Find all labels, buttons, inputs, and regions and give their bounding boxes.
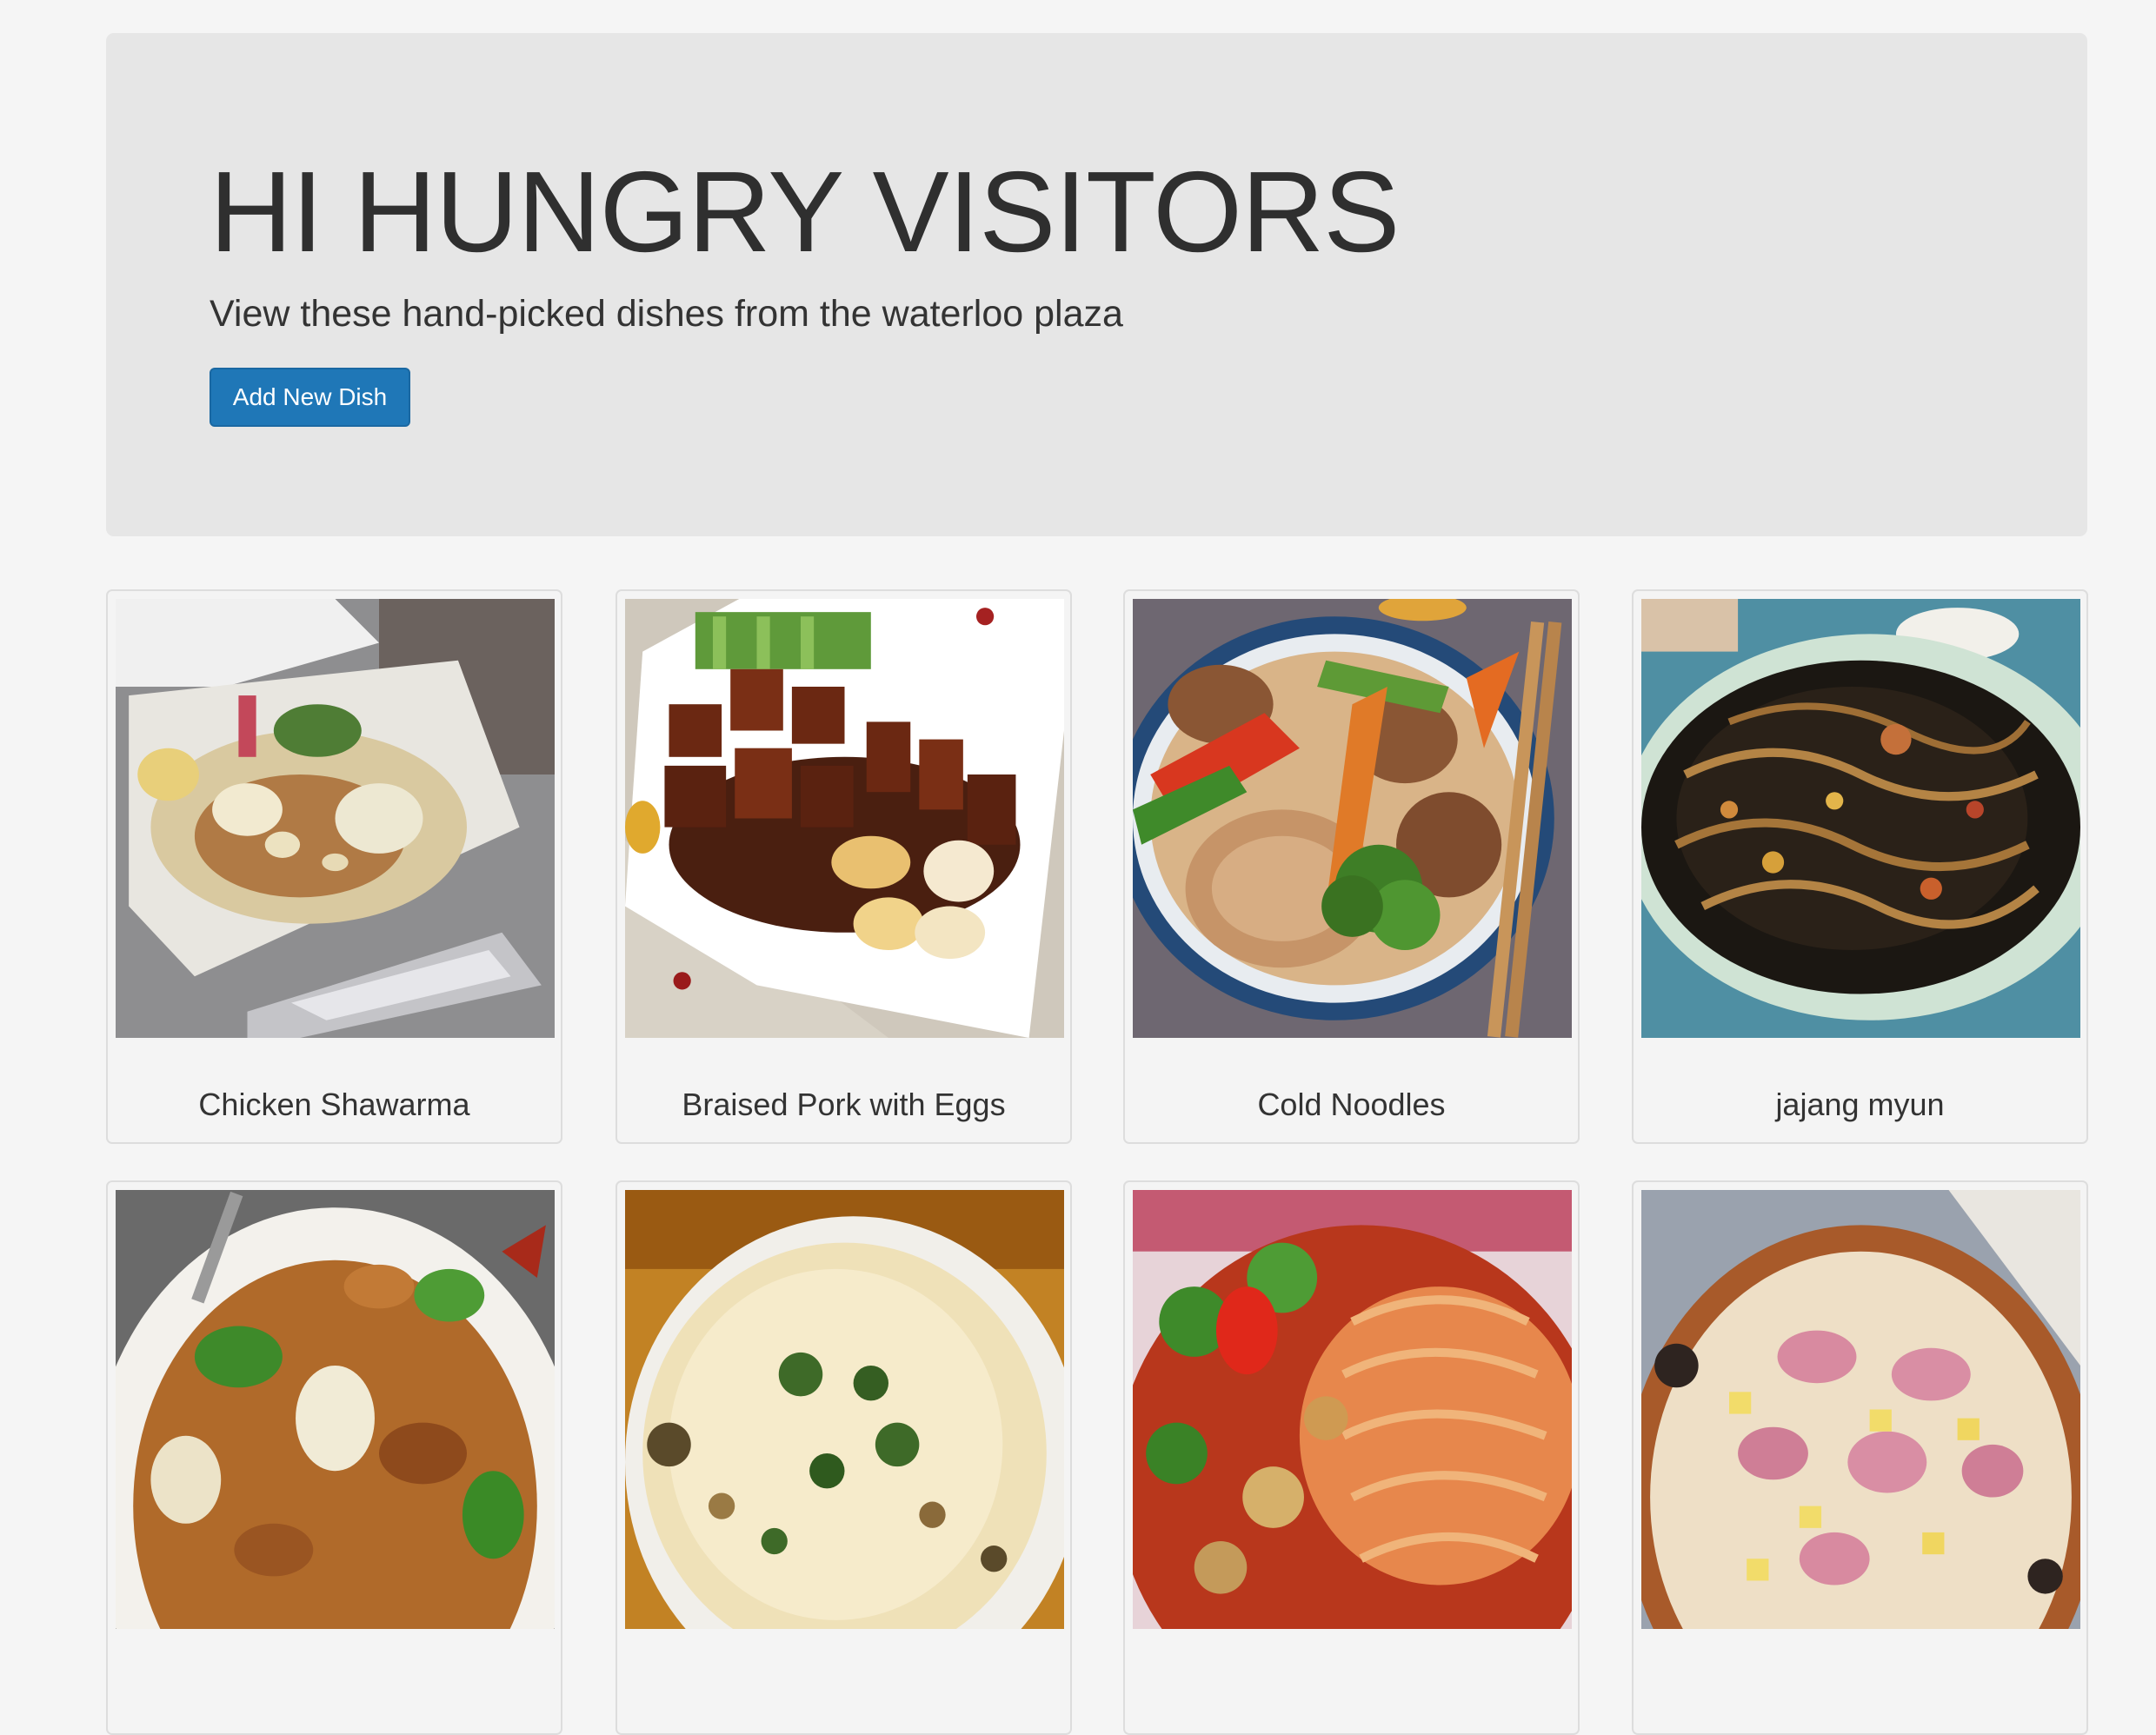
- page-title: HI HUNGRY VISITORS: [210, 148, 1400, 276]
- hero-banner: HI HUNGRY VISITORS View these hand-picke…: [106, 33, 2087, 536]
- dish-card-jajang-myun[interactable]: jajang myun: [1632, 589, 2088, 1144]
- chicken-shawarma-photo: [116, 599, 555, 1038]
- naan-photo: [625, 1190, 1064, 1629]
- stir-fry-photo: [116, 1190, 555, 1629]
- dish-card[interactable]: [1123, 1180, 1580, 1735]
- dish-name: jajang myun: [1775, 1087, 1945, 1122]
- cold-noodles-photo: [1133, 599, 1572, 1038]
- dish-card[interactable]: [616, 1180, 1072, 1735]
- pizza-photo: [1641, 1190, 2080, 1629]
- dish-card-chicken-shawarma[interactable]: Chicken Shawarma: [106, 589, 562, 1144]
- dish-card-cold-noodles[interactable]: Cold Noodles: [1123, 589, 1580, 1144]
- dish-card[interactable]: [106, 1180, 562, 1735]
- dish-card-braised-pork[interactable]: Braised Pork with Eggs: [616, 589, 1072, 1144]
- page-subtitle: View these hand-picked dishes from the w…: [210, 293, 1123, 335]
- add-new-dish-button[interactable]: Add New Dish: [210, 368, 410, 427]
- braised-pork-photo: [625, 599, 1064, 1038]
- dish-name: Braised Pork with Eggs: [682, 1087, 1006, 1122]
- spaghetti-photo: [1133, 1190, 1572, 1629]
- dish-card[interactable]: [1632, 1180, 2088, 1735]
- dish-name: Chicken Shawarma: [198, 1087, 470, 1122]
- jajang-myun-photo: [1641, 599, 2080, 1038]
- dish-name: Cold Noodles: [1257, 1087, 1446, 1122]
